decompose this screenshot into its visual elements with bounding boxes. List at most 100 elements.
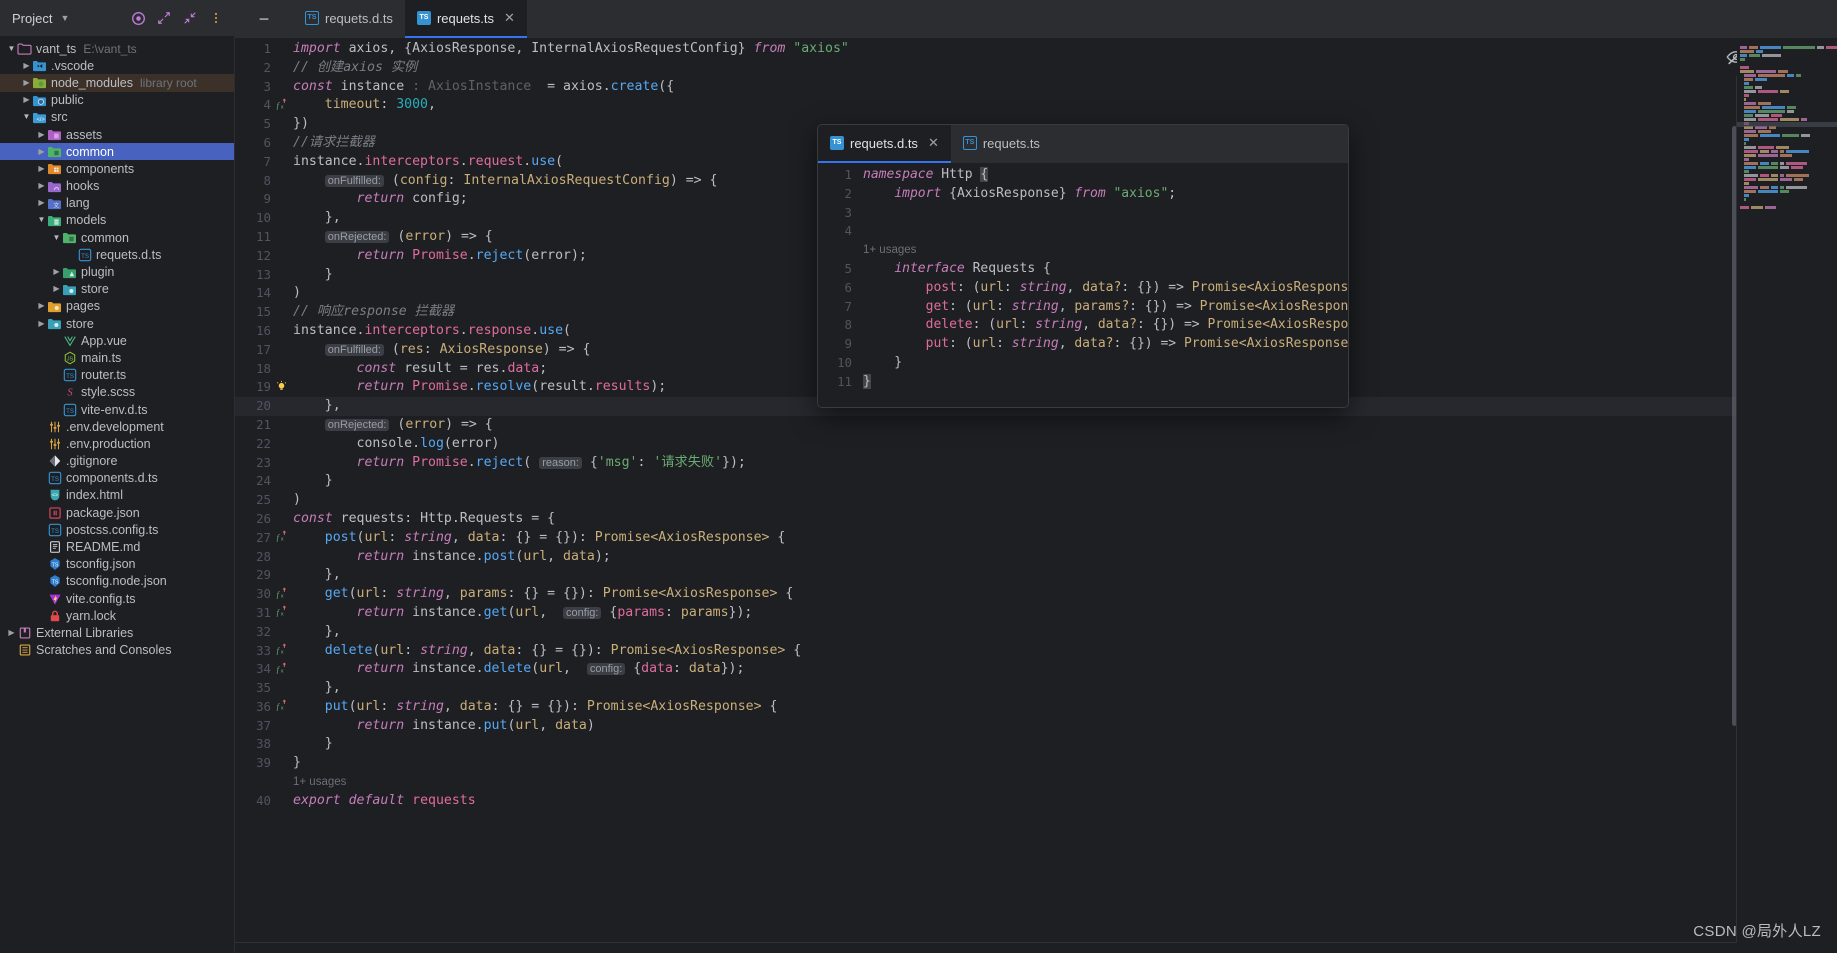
code-text: } xyxy=(293,473,333,489)
vue-file-icon xyxy=(62,334,77,348)
function-marker-icon[interactable]: fx xyxy=(271,662,292,678)
line-number: 19 xyxy=(256,379,271,395)
chevron-right-icon[interactable]: ▶ xyxy=(36,147,47,156)
chevron-down-icon[interactable]: ▼ xyxy=(21,113,32,121)
chevron-down-icon[interactable]: ▼ xyxy=(6,44,17,53)
tree-item-label: main.ts xyxy=(81,350,122,365)
chevron-right-icon[interactable]: ▶ xyxy=(21,78,32,87)
chevron-right-icon[interactable]: ▶ xyxy=(21,61,32,70)
tree-item-components-d-ts[interactable]: TS components.d.ts xyxy=(0,470,234,487)
svg-text:TS: TS xyxy=(66,373,74,380)
editor-tab-requets-ts[interactable]: TS requets.ts ✕ xyxy=(404,0,527,38)
chevron-right-icon[interactable]: ▶ xyxy=(36,302,47,310)
chevron-right-icon[interactable]: ▶ xyxy=(36,319,47,328)
tree-item-app-vue[interactable]: App.vue xyxy=(0,332,234,349)
line-number: 18 xyxy=(256,360,271,376)
popup-tab-requets-d-ts[interactable]: TS requets.d.ts ✕ xyxy=(818,125,951,163)
tree-item-router-ts[interactable]: TS router.ts xyxy=(0,367,234,384)
chevron-down-icon[interactable]: ▼ xyxy=(36,216,47,224)
tree-item-external-libraries[interactable]: ▶ External Libraries xyxy=(0,624,234,641)
tree-item--env-development[interactable]: .env.development xyxy=(0,418,234,435)
tree-item-vite-config-ts[interactable]: vite.config.ts xyxy=(0,590,234,607)
tab-label: requets.ts xyxy=(982,135,1040,151)
quick-definition-popup[interactable]: TS requets.d.ts ✕ TS requets.ts 1 namespace H… xyxy=(817,124,1349,408)
editor-tab-requets-d-ts[interactable]: TS requets.d.ts xyxy=(293,0,405,38)
line-number: 35 xyxy=(256,680,271,696)
chevron-right-icon[interactable]: ▶ xyxy=(51,268,62,276)
tree-item-hooks[interactable]: ▶ hooks xyxy=(0,178,234,195)
tree-item-index-html[interactable]: <> index.html xyxy=(0,487,234,504)
tree-item-store[interactable]: ▶ store xyxy=(0,281,234,298)
tree-item-pages[interactable]: ▶ pages xyxy=(0,298,234,315)
code-line: 1 import axios, {AxiosResponse, InternalA… xyxy=(235,40,1837,59)
function-marker-icon[interactable]: fx xyxy=(271,699,292,715)
tree-item-readme-md[interactable]: README.md xyxy=(0,538,234,555)
tree-item-vite-env-d-ts[interactable]: TS vite-env.d.ts xyxy=(0,401,234,418)
tree-item-requets-d-ts[interactable]: TS requets.d.ts xyxy=(0,246,234,263)
chevron-right-icon[interactable]: ▶ xyxy=(36,130,47,139)
tree-item--vscode[interactable]: ▶ .vscode xyxy=(0,57,234,74)
chevron-down-icon[interactable]: ▼ xyxy=(60,13,69,23)
tree-item-common[interactable]: ▼ common xyxy=(0,229,234,246)
tree-item-postcss-config-ts[interactable]: TS postcss.config.ts xyxy=(0,521,234,538)
function-marker-icon[interactable]: fx xyxy=(271,98,292,114)
chevron-right-icon[interactable]: ▶ xyxy=(6,628,17,637)
folder-project-icon xyxy=(17,42,32,56)
function-marker-icon[interactable]: fx xyxy=(271,643,292,659)
popup-tab-requets-ts[interactable]: TS requets.ts xyxy=(951,125,1052,163)
tree-item--gitignore[interactable]: .gitignore xyxy=(0,453,234,470)
tree-item-models[interactable]: ▼ models xyxy=(0,212,234,229)
ts-file-icon: TS xyxy=(416,11,431,25)
tree-item-lang[interactable]: ▶ 文 lang xyxy=(0,195,234,212)
intention-bulb-icon[interactable] xyxy=(271,380,292,396)
function-marker-icon[interactable]: fx xyxy=(271,587,292,603)
chevron-down-icon[interactable]: ▼ xyxy=(51,233,62,242)
tree-item-vant-ts[interactable]: ▼ vant_ts E:\vant_ts xyxy=(0,40,234,57)
project-file-tree[interactable]: ▼ vant_ts E:\vant_ts ▶ .vscode ▶ node_modules l… xyxy=(0,36,234,953)
svg-text:TS: TS xyxy=(51,476,59,483)
tree-item-store[interactable]: ▶ store xyxy=(0,315,234,332)
tree-item-style-scss[interactable]: Sstyle.scss xyxy=(0,384,234,401)
function-marker-icon[interactable]: fx xyxy=(271,605,292,621)
function-marker-icon[interactable]: fx xyxy=(271,530,292,546)
code-line: 1 namespace Http { xyxy=(818,166,1348,185)
tree-item-common[interactable]: ▶ common xyxy=(0,143,234,161)
tree-item-scratches-and-consoles[interactable]: Scratches and Consoles xyxy=(0,642,234,659)
tree-item--env-production[interactable]: .env.production xyxy=(0,435,234,452)
line-number: 39 xyxy=(256,755,271,771)
close-icon[interactable]: ✕ xyxy=(928,135,939,151)
tree-item-node-modules[interactable]: ▶ node_modules library root xyxy=(0,74,234,92)
code-text: onRejected: (error) => { xyxy=(292,416,493,435)
minimize-button[interactable] xyxy=(235,0,293,38)
code-text: put: (url: string, data?: {}) => Promise… xyxy=(925,336,1348,352)
tree-item-label: models xyxy=(66,213,107,228)
expand-icon[interactable] xyxy=(154,8,174,28)
code-line: 30 f x get(url: string, params: {} = {}): … xyxy=(235,585,1837,604)
chevron-right-icon[interactable]: ▶ xyxy=(51,285,62,293)
folder-models-icon xyxy=(47,213,62,227)
folder-plugin-icon xyxy=(62,265,77,279)
close-icon[interactable]: ✕ xyxy=(504,10,515,26)
popup-code-editor[interactable]: 1 namespace Http {2 import {AxiosResponse… xyxy=(818,163,1348,407)
collapse-icon[interactable] xyxy=(180,8,200,28)
tree-item-main-ts[interactable]: JS main.ts xyxy=(0,349,234,366)
chevron-right-icon[interactable]: ▶ xyxy=(21,96,32,104)
tree-item-public[interactable]: ▶ public xyxy=(0,92,234,109)
tree-item-assets[interactable]: ▶ assets xyxy=(0,126,234,143)
target-icon[interactable] xyxy=(128,8,148,28)
folder-node-icon xyxy=(32,76,47,90)
tree-item-components[interactable]: ▶ components xyxy=(0,160,234,177)
tree-item-package-json[interactable]: package.json xyxy=(0,504,234,521)
editor-minimap[interactable] xyxy=(1737,38,1837,953)
tree-item-yarn-lock[interactable]: yarn.lock xyxy=(0,607,234,624)
chevron-right-icon[interactable]: ▶ xyxy=(36,182,47,190)
code-line: 32 }, xyxy=(235,623,1837,642)
tree-item-src[interactable]: ▼ </> src xyxy=(0,109,234,126)
more-options-icon[interactable] xyxy=(206,8,226,28)
project-panel-title[interactable]: Project xyxy=(12,11,52,26)
chevron-right-icon[interactable]: ▶ xyxy=(36,199,47,207)
tree-item-tsconfig-node-json[interactable]: TS tsconfig.node.json xyxy=(0,573,234,590)
chevron-right-icon[interactable]: ▶ xyxy=(36,164,47,173)
tree-item-plugin[interactable]: ▶ plugin xyxy=(0,263,234,280)
tree-item-tsconfig-json[interactable]: TS tsconfig.json xyxy=(0,556,234,573)
